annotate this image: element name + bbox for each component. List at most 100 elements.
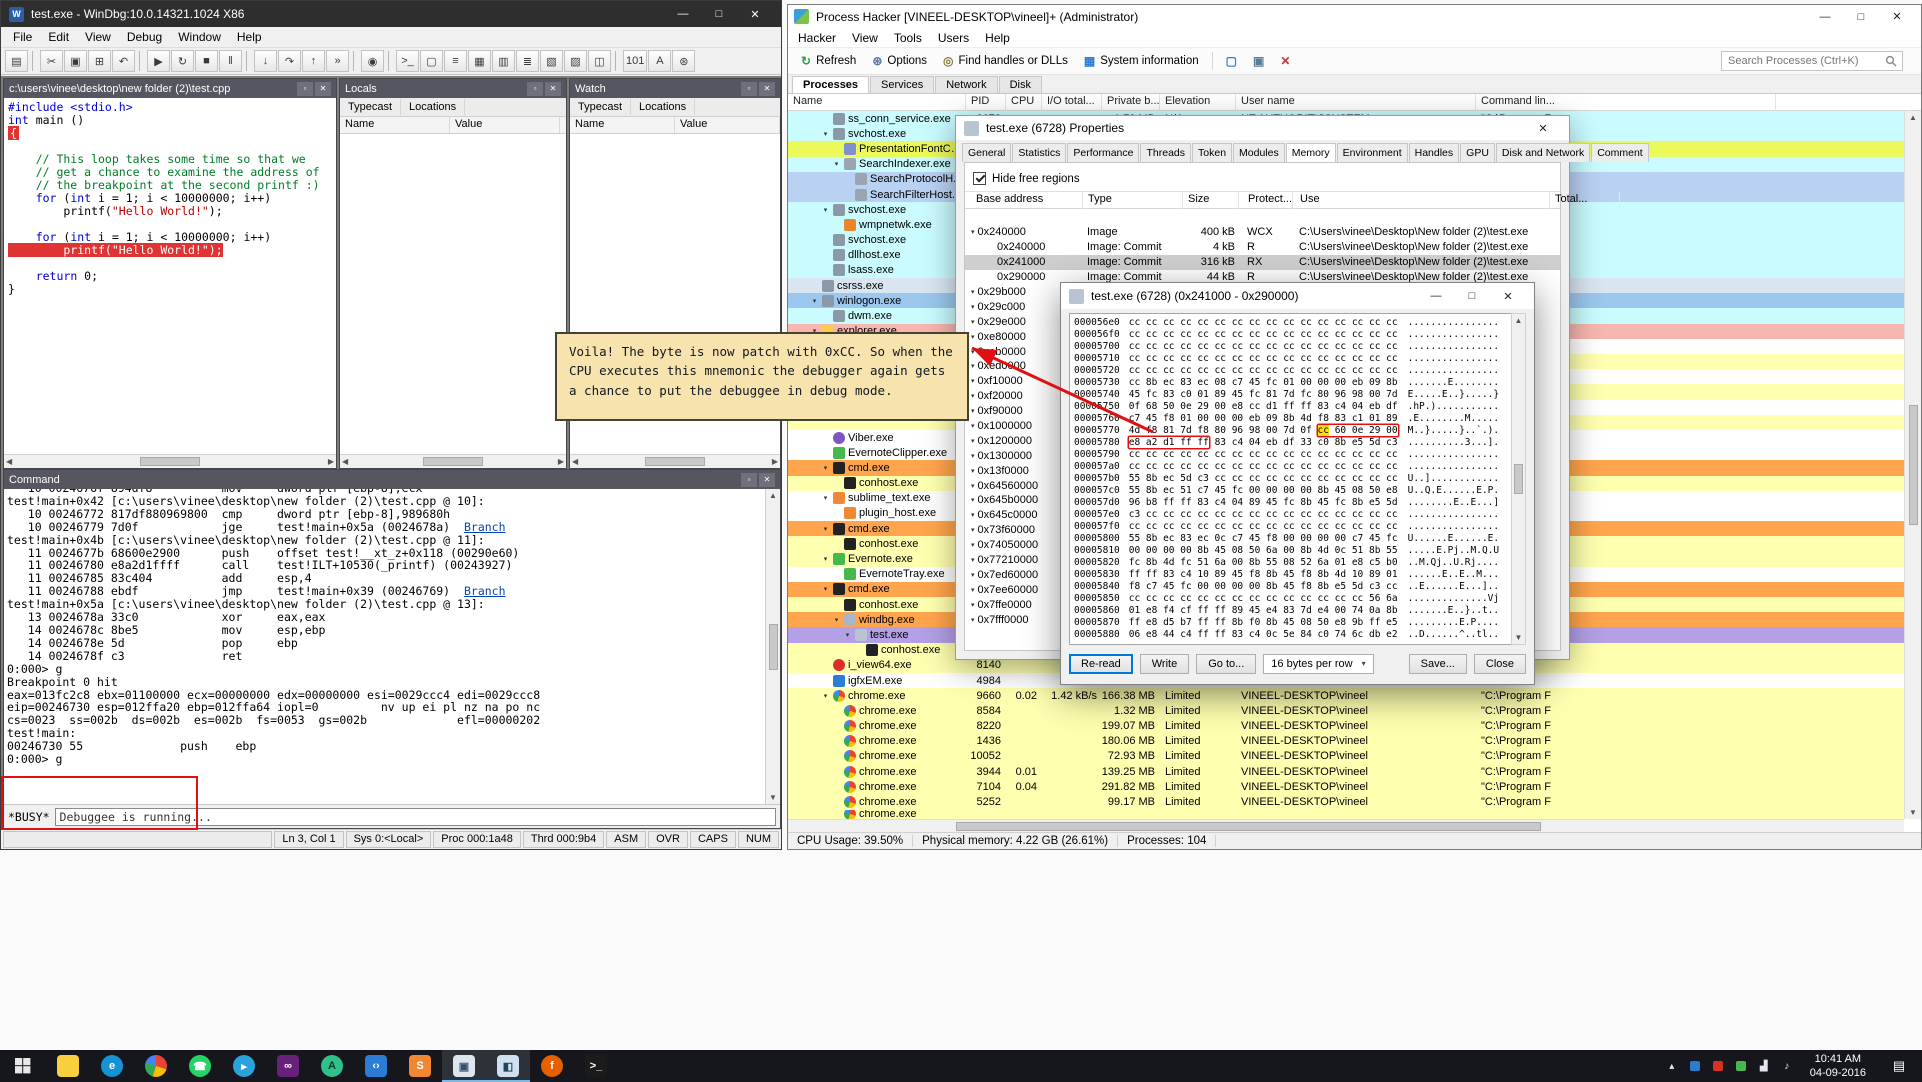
scroll-thumb[interactable] [423,457,483,466]
dock-icon[interactable]: ▫ [527,81,543,96]
chrome-icon[interactable] [134,1050,178,1082]
close-icon[interactable]: ✕ [1490,284,1526,308]
process-row[interactable]: chrome.exe [788,809,1904,819]
column-header-name[interactable]: Name [570,117,675,133]
tab-disk[interactable]: Disk [998,76,1042,93]
reread-button[interactable]: Re-read [1069,653,1133,674]
scroll-thumb[interactable] [768,623,778,670]
open-source-icon[interactable]: ▤ [5,50,28,72]
close-icon[interactable]: ✕ [1525,116,1561,140]
watch-window-icon[interactable]: ▢ [420,50,443,72]
bytes-per-row-select[interactable]: 16 bytes per row ▾ [1263,653,1374,674]
column-header-name[interactable]: Name [788,94,966,111]
column-header-protect-[interactable]: Protect... [1243,192,1293,209]
volume-icon[interactable]: ♪ [1780,1058,1794,1074]
action-center-icon[interactable]: ▤ [1882,1050,1916,1082]
vscode-icon[interactable]: ‹› [354,1050,398,1082]
tray-app-icon-2[interactable] [1711,1058,1725,1074]
column-header-value[interactable]: Value [675,117,780,133]
visual-studio-icon[interactable]: ∞ [266,1050,310,1082]
refresh-button[interactable]: ↻ Refresh [794,51,863,71]
column-header-pid[interactable]: PID [966,94,1006,111]
break-icon[interactable]: ‖ [219,50,242,72]
scroll-up-icon[interactable]: ▲ [1515,316,1523,325]
minimize-icon[interactable]: — [1418,284,1454,308]
process-hacker-taskbar-icon[interactable]: ◧ [486,1050,530,1082]
process-row[interactable]: chrome.exe 3944 0.01 139.25 MB Limited VINEEL… [788,764,1904,780]
menu-window[interactable]: Window [170,28,229,46]
process-row[interactable]: chrome.exe 5252 99.17 MB Limited VINEEL-DESK… [788,794,1904,810]
close-icon[interactable]: ✕ [315,81,331,96]
close-icon[interactable]: ✕ [737,2,773,26]
tab-processes[interactable]: Processes [792,76,870,93]
scroll-thumb[interactable] [1514,464,1523,494]
menu-hacker[interactable]: Hacker [790,29,844,47]
call-stack-window-icon[interactable]: ≣ [516,50,539,72]
tab-network[interactable]: Network [935,76,998,93]
tab-general[interactable]: General [962,143,1012,162]
command-output[interactable]: 10 0024676f 894df8 mov dword ptr [ebp-8]… [4,489,765,804]
scroll-down-icon[interactable]: ▼ [1909,808,1917,817]
tab-token[interactable]: Token [1192,143,1233,162]
dock-icon[interactable]: ▫ [297,81,313,96]
menu-users[interactable]: Users [930,29,977,47]
close-icon[interactable]: ✕ [759,472,775,487]
source-window-titlebar[interactable]: c:\users\vinee\desktop\new folder (2)\te… [4,79,336,98]
tab-services[interactable]: Services [870,76,935,93]
windbg-titlebar[interactable]: W test.exe - WinDbg:10.0.14321.1024 X86 … [1,1,781,27]
toolbar-extra-icon-1[interactable]: ▢ [1219,51,1244,71]
tab-modules[interactable]: Modules [1233,143,1285,162]
dock-icon[interactable]: ▫ [741,472,757,487]
locals-body[interactable] [340,134,566,454]
scroll-left-icon[interactable]: ◀ [572,457,578,466]
column-header-private-b-[interactable]: Private b... [1102,94,1160,111]
options-button[interactable]: ⊛ Options [865,51,934,71]
vertical-scrollbar[interactable]: ▲ ▼ [765,489,780,804]
horizontal-scrollbar[interactable]: ◀ ▶ [4,454,336,468]
tab-threads[interactable]: Threads [1140,143,1192,162]
tab-memory[interactable]: Memory [1285,143,1336,163]
menu-help[interactable]: Help [229,28,270,46]
properties-titlebar[interactable]: test.exe (6728) Properties ✕ [956,116,1569,140]
insert-breakpoint-icon[interactable]: ◉ [361,50,384,72]
go-icon[interactable]: ▶ [147,50,170,72]
step-into-icon[interactable]: ↓ [254,50,277,72]
branch-link[interactable]: Branch [464,584,506,598]
android-studio-icon[interactable]: A [310,1050,354,1082]
toolbar-extra-icon-2[interactable]: ▣ [1246,51,1271,71]
search-input[interactable] [1721,51,1903,71]
scroll-thumb[interactable] [1908,405,1918,525]
column-header-base-address[interactable]: Base address [971,192,1083,209]
undo-icon[interactable]: ↶ [112,50,135,72]
command-window-icon[interactable]: >_ [396,50,419,72]
scratch-pad-icon[interactable]: ▨ [564,50,587,72]
process-row[interactable]: chrome.exe 10052 72.93 MB Limited VINEEL-DES… [788,748,1904,765]
memory-window-icon[interactable]: ▥ [492,50,515,72]
telegram-icon[interactable]: ▸ [222,1050,266,1082]
horizontal-scrollbar[interactable]: ◀ ▶ [570,454,780,468]
locals-window-titlebar[interactable]: Locals ▫ ✕ [340,79,566,98]
cut-icon[interactable]: ✂ [40,50,63,72]
windbg-taskbar-icon[interactable]: ▣ [442,1050,486,1082]
run-to-cursor-icon[interactable]: » [326,50,349,72]
locals-window-icon[interactable]: ≡ [444,50,467,72]
taskbar-clock[interactable]: 10:41 AM 04-09-2016 [1803,1052,1873,1081]
network-icon[interactable]: ▟ [1757,1058,1771,1074]
minimize-icon[interactable]: — [1807,5,1843,29]
scroll-up-icon[interactable]: ▲ [769,491,777,500]
menu-tools[interactable]: Tools [886,29,930,47]
close-filter-icon[interactable]: ✕ [1273,51,1297,71]
start-button[interactable] [0,1050,46,1082]
locations-button[interactable]: Locations [631,99,696,115]
scroll-up-icon[interactable]: ▲ [1909,113,1917,122]
font-icon[interactable]: A [648,50,672,72]
firefox-icon[interactable]: f [530,1050,574,1082]
restart-icon[interactable]: ↻ [171,50,194,72]
source-code[interactable]: #include <stdio.h> int main (){ // This l… [4,98,336,454]
tab-disk-and-network[interactable]: Disk and Network [1495,143,1591,162]
find-handles-button[interactable]: ◎ Find handles or DLLs [936,51,1075,71]
tab-comment[interactable]: Comment [1591,143,1649,162]
scroll-down-icon[interactable]: ▼ [1515,633,1523,642]
hide-free-regions-checkbox[interactable] [973,172,986,185]
maximize-icon[interactable]: □ [1843,5,1879,29]
